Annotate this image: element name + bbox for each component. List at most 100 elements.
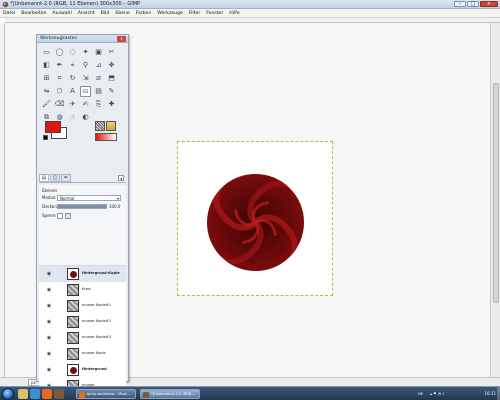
heal-tool-icon[interactable]: ✚ [106,99,117,110]
fuzzy-select-tool-icon[interactable]: ✦ [80,47,91,58]
menu-bearbeiten[interactable]: Bearbeiten [21,9,46,17]
menu-auswahl[interactable]: Auswahl [53,9,72,17]
layer-thumbnail[interactable] [67,332,79,344]
lock-pixels-checkbox[interactable] [57,213,63,219]
foreground-color-swatch[interactable] [45,121,61,133]
layer-thumbnail[interactable] [67,300,79,312]
tray-icons[interactable]: ▴ ⚑ ◔ ♪ [430,387,445,400]
shear-tool-icon[interactable]: ⧄ [93,73,104,84]
tab-paths[interactable]: ✒ [61,174,71,182]
toolbox-close-button[interactable]: × [117,36,126,42]
opacity-value[interactable]: 100,0 [109,204,120,209]
ellipse-select-tool-icon[interactable]: ◯ [54,47,65,58]
paintbrush-tool-icon[interactable]: 🖌 [41,99,52,110]
brush-preview-icon[interactable] [95,121,105,131]
foreground-select-tool-icon[interactable]: ◧ [41,60,52,71]
start-button[interactable] [2,388,14,400]
layer-thumbnail[interactable] [67,268,79,280]
layer-row[interactable]: ◉ muster-Kopie#3 [39,330,126,346]
opacity-slider[interactable] [57,204,107,209]
paths-tool-icon[interactable]: ✒ [54,60,65,71]
minimize-button[interactable]: – [454,1,466,7]
lock-alpha-checkbox[interactable] [65,213,71,219]
menu-bild[interactable]: Bild [101,9,110,17]
clock[interactable]: 16:11 [484,387,496,400]
blend-tool-icon[interactable]: ▤ [93,86,104,97]
measure-tool-icon[interactable]: ⊿ [93,60,104,71]
layer-thumbnail[interactable] [67,348,79,360]
text-tool-icon[interactable]: A [67,86,78,97]
smudge-tool-icon[interactable]: ☝ [67,112,78,123]
layer-row[interactable]: ◉ muster-Kopie [39,346,126,362]
menu-hilfe[interactable]: Hilfe [229,9,239,17]
layer-name[interactable]: muster-Kopie [82,351,106,356]
reset-colors-icon[interactable] [43,135,48,140]
task-firefox[interactable]: gimp-workshop - Mozi... [76,389,136,399]
layer-name[interactable]: Hintergrund-Kopie [82,271,120,276]
scale-tool-icon[interactable]: ⇲ [80,73,91,84]
layer-thumbnail[interactable] [67,364,79,376]
firefox-icon[interactable] [42,389,52,399]
keyboard-language[interactable]: DE [418,387,423,400]
mode-select[interactable]: Normal ▾ [57,195,121,201]
zoom-tool-icon[interactable]: ⚲ [80,60,91,71]
layer-row[interactable]: ◉ muster-Kopie#2 [39,314,126,330]
eye-icon[interactable]: ◉ [45,335,53,341]
image-canvas[interactable] [177,141,333,296]
rotate-tool-icon[interactable]: ↻ [67,73,78,84]
tab-layers[interactable]: ▤ [39,174,49,182]
menu-ansicht[interactable]: Ansicht [78,9,95,17]
menu-werkzeuge[interactable]: Werkzeuge [157,9,183,17]
dodge-burn-tool-icon[interactable]: ◐ [80,112,91,123]
eye-icon[interactable]: ◉ [45,319,53,325]
airbrush-tool-icon[interactable]: ✈ [67,99,78,110]
move-tool-icon[interactable]: ✥ [106,60,117,71]
menu-filter[interactable]: Filter [189,9,200,17]
layer-row[interactable]: ◉ Hintergrund-Kopie [39,266,126,282]
scrollbar-thumb[interactable] [493,83,499,303]
toolbox-titlebar[interactable]: Werkzeugkasten × [37,35,128,43]
eraser-tool-icon[interactable]: ⌫ [54,99,65,110]
gradient-preview[interactable] [95,133,117,141]
eye-icon[interactable]: ◉ [45,367,53,373]
menu-datei[interactable]: Datei [3,9,15,17]
menu-ebene[interactable]: Ebene [115,9,129,17]
eye-icon[interactable]: ◉ [45,303,53,309]
layer-name[interactable]: muster-Kopie#3 [82,335,111,340]
eye-icon[interactable]: ◉ [45,287,53,293]
layer-name[interactable]: muster-Kopie#1 [82,303,111,308]
align-tool-icon[interactable]: ⊞ [41,73,52,84]
eye-icon[interactable]: ◉ [45,271,53,277]
layer-thumbnail[interactable] [67,284,79,296]
layer-row[interactable]: ◉ Kreis [39,282,126,298]
maximize-button[interactable]: □ [467,1,479,7]
tab-channels[interactable]: ◫ [50,174,60,182]
layer-name[interactable]: muster-Kopie#2 [82,319,111,324]
gimp-taskbar-icon[interactable] [54,389,64,399]
cage-tool-icon[interactable]: ⬡ [54,86,65,97]
pattern-preview-icon[interactable] [106,121,116,131]
bucket-fill-tool-icon[interactable]: ⛀ [80,86,91,97]
pencil-tool-icon[interactable]: ✎ [106,86,117,97]
menu-farben[interactable]: Farben [136,9,152,17]
crop-tool-icon[interactable]: ⌗ [54,73,65,84]
vertical-scrollbar[interactable] [490,23,500,377]
browser-icon[interactable] [30,389,40,399]
ink-tool-icon[interactable]: ✍ [80,99,91,110]
flip-tool-icon[interactable]: ⇋ [41,86,52,97]
layer-row[interactable]: ◉ Hintergrund [39,362,126,378]
perspective-tool-icon[interactable]: ⬒ [106,73,117,84]
close-button[interactable]: × [480,1,498,7]
layer-name[interactable]: Kreis [82,287,91,292]
explorer-icon[interactable] [18,389,28,399]
layer-name[interactable]: Hintergrund [82,367,107,372]
task-gimp[interactable]: *[Unbenannt-2.0 (RGB... [140,389,200,399]
fg-bg-colors[interactable] [42,121,68,141]
color-select-tool-icon[interactable]: ▣ [93,47,104,58]
brush-pattern-preview[interactable] [95,121,117,132]
free-select-tool-icon[interactable]: ◌ [67,47,78,58]
layer-thumbnail[interactable] [67,316,79,328]
menu-fenster[interactable]: Fenster [206,9,223,17]
layer-row[interactable]: ◉ muster-Kopie#1 [39,298,126,314]
clone-tool-icon[interactable]: ⎘ [93,99,104,110]
